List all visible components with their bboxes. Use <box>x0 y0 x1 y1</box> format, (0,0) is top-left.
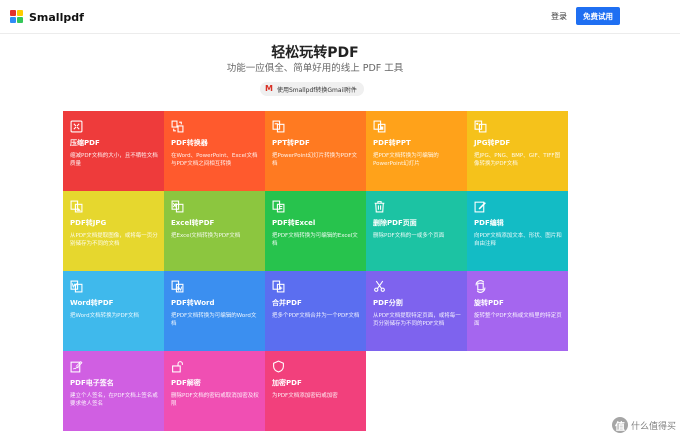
tool-tile[interactable]: PDF编辑向PDF文档添加文本、形状、图片和自由注释 <box>467 191 568 271</box>
pdf-to-excel-icon <box>272 200 285 213</box>
jpg-to-pdf-icon <box>474 120 487 133</box>
tool-title: 旋转PDF <box>474 299 504 307</box>
tool-tile[interactable]: Excel转PDF 把Excel文档转换为PDF文档 <box>164 191 265 271</box>
tool-title: JPG转PDF <box>474 139 511 147</box>
unlock-icon <box>171 360 184 373</box>
tool-tile[interactable]: PDF转Excel 把PDF文档转换为可编辑的Excel文档 <box>265 191 366 271</box>
tool-description: 旋转整个PDF文档或文档里的特定页面 <box>474 313 562 327</box>
excel-to-pdf-icon <box>171 200 184 213</box>
shield-icon <box>272 360 285 373</box>
tool-title: Word转PDF <box>70 299 114 307</box>
smallpdf-logo-icon <box>10 10 24 24</box>
logo-text: Smallpdf <box>29 10 84 24</box>
tool-tile[interactable]: 加密PDF 为PDF文档添加密码或加密 <box>265 351 366 431</box>
tool-description: 缩减PDF文档的大小，且不牺牲文档质量 <box>70 153 158 167</box>
gmail-attachment-button[interactable]: M 使用Smallpdf转换Gmail附件 <box>260 82 364 96</box>
tool-title: PDF转JPG <box>70 219 107 227</box>
ppt-to-pdf-icon <box>272 120 285 133</box>
tool-title: PDF转Word <box>171 299 215 307</box>
gmail-icon: M <box>265 84 273 93</box>
tool-title: PDF解密 <box>171 379 201 387</box>
tool-description: 为PDF文档添加密码或加密 <box>272 393 338 399</box>
tool-description: 从PDF文档提取特定页面，或将每一页分别储存为不同的PDF文档 <box>373 313 461 327</box>
pdf-to-jpg-icon <box>70 200 83 213</box>
trash-icon <box>373 200 386 213</box>
tool-description: 把PDF文档转换为可编辑的Excel文档 <box>272 233 358 247</box>
tool-title: PDF分割 <box>373 299 403 307</box>
tool-description: 把JPG、PNG、BMP、GIF、TIFF图像转换为PDF文档 <box>474 153 561 167</box>
tool-tile[interactable]: 合并PDF 把多个PDF文档合并为一个PDF文档 <box>265 271 366 351</box>
tool-title: PPT转PDF <box>272 139 310 147</box>
tool-title: PDF转换器 <box>171 139 208 147</box>
page-subtitle: 功能一应俱全、简单好用的线上 PDF 工具 <box>226 63 404 74</box>
gmail-attachment-label: 使用Smallpdf转换Gmail附件 <box>276 86 357 94</box>
watermark: 值 什么值得买 <box>611 417 676 433</box>
scissors-icon <box>373 280 386 293</box>
tool-tile[interactable]: PDF转JPG 从PDF文档提取图像，或将每一页分别储存为不同的文档 <box>63 191 164 271</box>
tool-title: 合并PDF <box>272 299 302 307</box>
free-trial-button[interactable]: 免费试用 <box>576 7 620 25</box>
tool-title: 压缩PDF <box>70 139 100 147</box>
tool-description: 向PDF文档添加文本、形状、图片和自由注释 <box>474 233 562 247</box>
tool-title: Excel转PDF <box>171 219 215 227</box>
tool-tile[interactable]: Word转PDF 把Word文档转换为PDF文档 <box>63 271 164 351</box>
tool-description: 把Word文档转换为PDF文档 <box>70 313 139 319</box>
word-to-pdf-icon <box>70 280 83 293</box>
tool-tile[interactable]: PDF转PPT 把PDF文档转换为可编辑的PowerPoint幻灯片 <box>366 111 467 191</box>
tool-tile[interactable]: 旋转PDF 旋转整个PDF文档或文档里的特定页面 <box>467 271 568 351</box>
tool-description: 把多个PDF文档合并为一个PDF文档 <box>272 313 360 319</box>
tool-description: 把PDF文档转换为可编辑的PowerPoint幻灯片 <box>373 153 439 167</box>
tool-description: 把PowerPoint幻灯片转换为PDF文档 <box>272 153 358 167</box>
tool-tile[interactable]: PDF解密删除PDF文档的密码或取消加密及权限 <box>164 351 265 431</box>
watermark-badge: 值 <box>611 417 628 433</box>
tool-tile[interactable]: PDF电子签名建立个人签名，在PDF文档上签名或要求他人签名 <box>63 351 164 431</box>
tool-tile[interactable]: PDF转Word 把PDF文档转换为可编辑的Word文档 <box>164 271 265 351</box>
merge-icon <box>272 280 285 293</box>
tool-title: 加密PDF <box>272 379 302 387</box>
page-title: 轻松玩转PDF <box>271 45 359 61</box>
top-navigation-bar: Smallpdf 登录 免费试用 <box>0 0 680 34</box>
tool-grid: 压缩PDF 缩减PDF文档的大小，且不牺牲文档质量 PDF转换器在Word、Powe… <box>63 111 568 431</box>
tool-tile[interactable]: 删除PDF页面删除PDF文档的一或多个页面 <box>366 191 467 271</box>
tool-title: PDF转PPT <box>373 139 411 147</box>
tool-description: 从PDF文档提取图像，或将每一页分别储存为不同的文档 <box>70 233 158 247</box>
tool-description: 删除PDF文档的一或多个页面 <box>373 233 445 239</box>
tool-tile[interactable]: PPT转PDF 把PowerPoint幻灯片转换为PDF文档 <box>265 111 366 191</box>
tool-title: PDF电子签名 <box>70 379 114 387</box>
tool-title: PDF编辑 <box>474 219 504 227</box>
rotate-icon <box>474 280 487 293</box>
login-link[interactable]: 登录 <box>551 11 567 22</box>
pdf-to-ppt-icon <box>373 120 386 133</box>
tool-title: 删除PDF页面 <box>373 219 417 227</box>
convert-icon <box>171 120 184 133</box>
tool-description: 把PDF文档转换为可编辑的Word文档 <box>171 313 257 327</box>
edit-icon <box>474 200 487 213</box>
tool-tile[interactable]: 压缩PDF 缩减PDF文档的大小，且不牺牲文档质量 <box>63 111 164 191</box>
tool-tile[interactable]: PDF转换器在Word、PowerPoint、Excel文档与PDF文档之间相互… <box>164 111 265 191</box>
tool-description: 把Excel文档转换为PDF文档 <box>171 233 241 239</box>
tool-description: 在Word、PowerPoint、Excel文档与PDF文档之间相互转换 <box>171 153 258 167</box>
tool-tile[interactable]: PDF分割从PDF文档提取特定页面，或将每一页分别储存为不同的PDF文档 <box>366 271 467 351</box>
smallpdf-logo[interactable]: Smallpdf <box>10 10 84 24</box>
compress-icon <box>70 120 83 133</box>
tool-title: PDF转Excel <box>272 219 316 227</box>
tool-description: 删除PDF文档的密码或取消加密及权限 <box>171 393 259 407</box>
pdf-to-word-icon <box>171 280 184 293</box>
tool-description: 建立个人签名，在PDF文档上签名或要求他人签名 <box>70 393 158 407</box>
watermark-text: 什么值得买 <box>630 421 676 432</box>
tool-tile[interactable]: JPG转PDF 把JPG、PNG、BMP、GIF、TIFF图像转换为PDF文档 <box>467 111 568 191</box>
sign-icon <box>70 360 83 373</box>
